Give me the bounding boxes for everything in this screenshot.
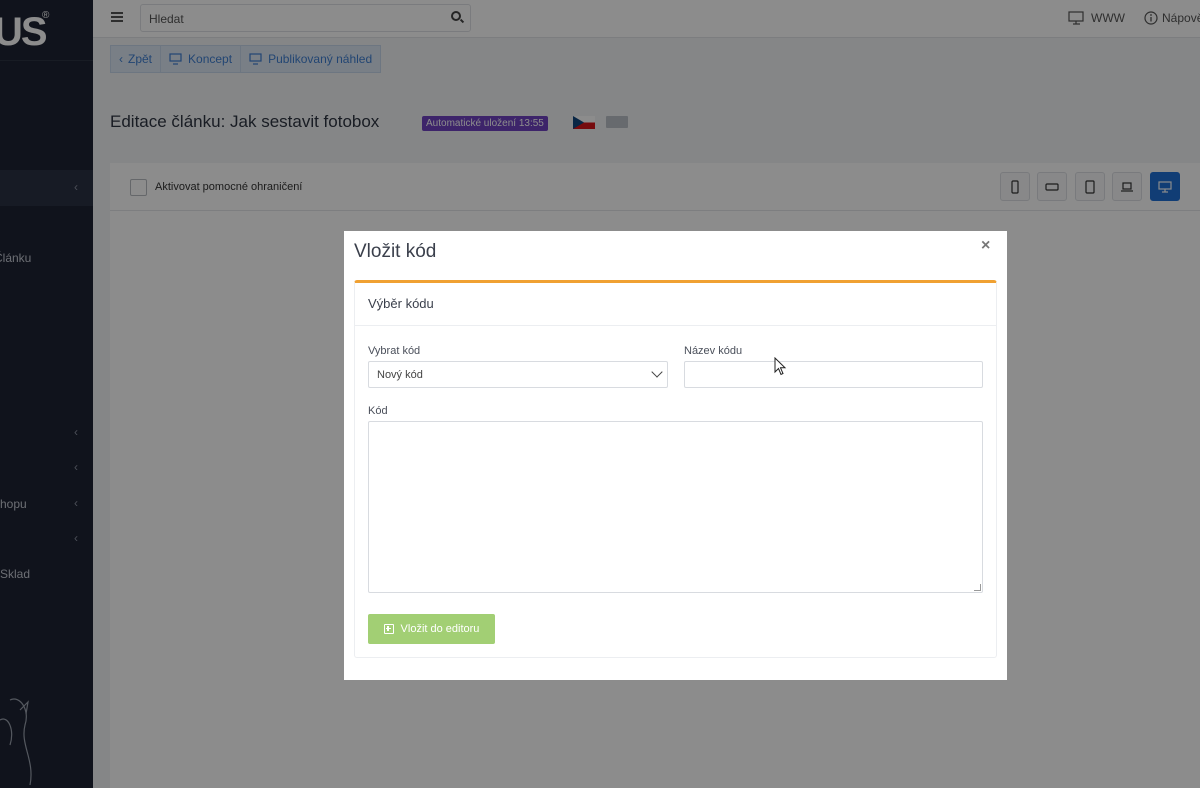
select-code-label: Vybrat kód — [368, 345, 421, 357]
code-name-label: Název kódu — [684, 345, 743, 357]
insert-into-editor-label: Vložit do editoru — [400, 623, 480, 635]
insert-code-modal: Vložit kód × Výběr kódu Vybrat kód Nový … — [344, 231, 1007, 680]
code-name-input[interactable] — [684, 361, 983, 388]
select-code-value: Nový kód — [377, 369, 423, 381]
card-title: Výběr kódu — [368, 296, 434, 311]
card-header: Výběr kódu — [355, 283, 996, 326]
insert-into-editor-button[interactable]: Vložit do editoru — [368, 614, 495, 644]
mouse-cursor-icon — [774, 357, 787, 376]
chevron-down-icon — [651, 366, 663, 378]
code-label: Kód — [368, 405, 388, 417]
code-textarea[interactable] — [368, 421, 983, 593]
close-icon[interactable]: × — [981, 237, 990, 255]
select-code-dropdown[interactable]: Nový kód — [368, 361, 668, 388]
plus-square-icon — [383, 624, 394, 634]
code-selection-card: Výběr kódu Vybrat kód Nový kód Název kód… — [354, 280, 997, 658]
resize-handle-icon[interactable] — [974, 584, 981, 591]
modal-title: Vložit kód — [354, 241, 437, 262]
